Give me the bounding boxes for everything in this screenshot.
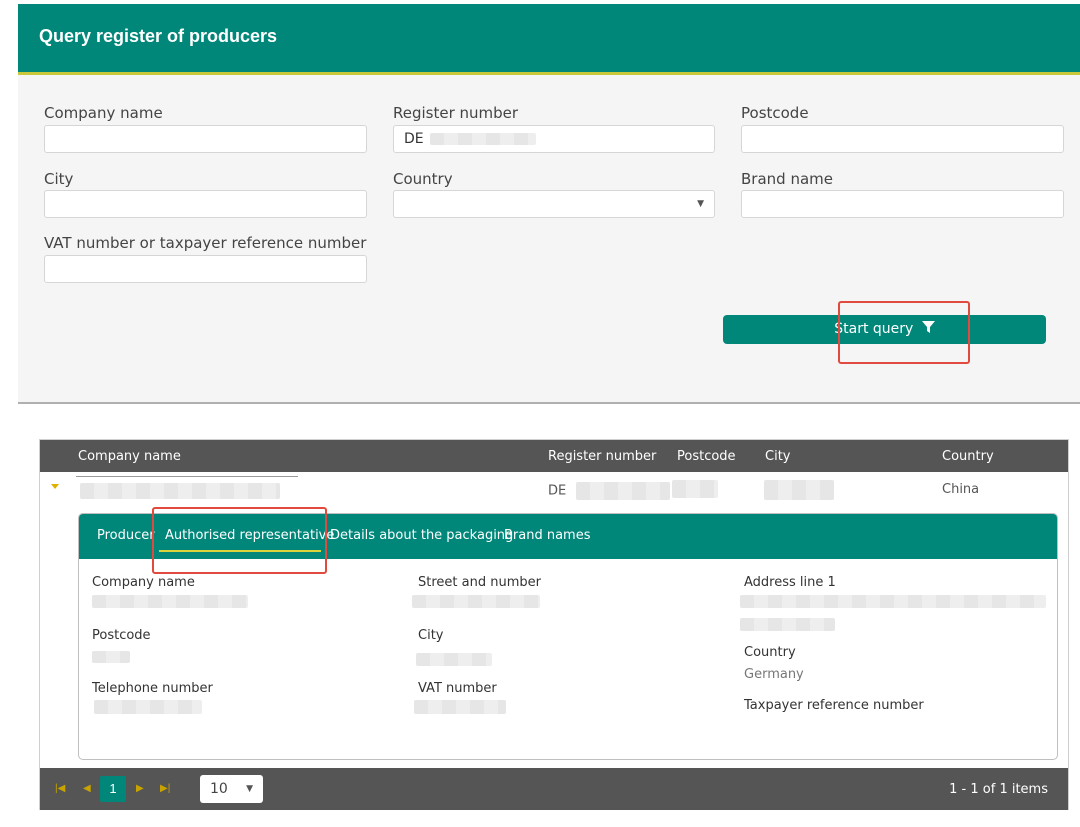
detail-vat-label: VAT number: [418, 681, 497, 696]
redacted-detail-vat: [414, 700, 506, 714]
detail-city-label: City: [418, 628, 444, 643]
vat-number-label: VAT number or taxpayer reference number: [44, 234, 367, 252]
postcode-label: Postcode: [741, 104, 809, 122]
column-header-postcode[interactable]: Postcode: [677, 449, 736, 464]
country-select[interactable]: ▼: [393, 190, 715, 218]
register-number-input[interactable]: DE: [393, 125, 715, 153]
chevron-down-icon: ▼: [697, 199, 704, 209]
row-decoration: [76, 476, 298, 477]
register-number-label: Register number: [393, 104, 519, 122]
redacted-detail-address-1: [740, 595, 1046, 608]
postcode-input[interactable]: [741, 125, 1064, 153]
expand-row-icon[interactable]: [51, 484, 59, 489]
current-page-button[interactable]: 1: [100, 776, 126, 802]
brand-name-input[interactable]: [741, 190, 1064, 218]
redacted-detail-city: [416, 653, 492, 666]
detail-tabs: Producer Authorised representative Detai…: [79, 514, 1057, 559]
column-header-company-name[interactable]: Company name: [78, 449, 181, 464]
column-header-register-number[interactable]: Register number: [548, 449, 656, 464]
company-name-input[interactable]: [44, 125, 367, 153]
tab-authorised-representative[interactable]: Authorised representative: [165, 528, 334, 543]
detail-telephone-label: Telephone number: [92, 681, 213, 696]
redacted-detail-company-name: [92, 595, 248, 608]
tab-brand-names[interactable]: Brand names: [504, 528, 591, 543]
start-query-button[interactable]: Start query: [723, 315, 1046, 344]
vat-number-input[interactable]: [44, 255, 367, 283]
redacted-detail-address-2: [740, 618, 835, 631]
start-query-label: Start query: [834, 321, 914, 337]
register-number-value: DE: [404, 131, 424, 147]
section-divider: [18, 402, 1080, 404]
redacted-company-name: [80, 483, 280, 499]
next-page-icon[interactable]: ▶: [136, 783, 144, 794]
chevron-down-icon: ▼: [246, 784, 253, 794]
city-label: City: [44, 170, 74, 188]
redacted-detail-street: [412, 595, 540, 608]
row-detail-panel: Producer Authorised representative Detai…: [78, 513, 1058, 760]
redacted-city: [764, 480, 834, 500]
first-page-icon[interactable]: |◀: [55, 783, 65, 794]
grid-pager: |◀ ◀ 1 ▶ ▶| 10 ▼ 1 - 1 of 1 items: [40, 768, 1068, 810]
filter-icon: [921, 321, 935, 333]
detail-postcode-label: Postcode: [92, 628, 151, 643]
redacted-value: [430, 133, 537, 145]
detail-street-label: Street and number: [418, 575, 541, 590]
redacted-postcode: [672, 480, 718, 498]
active-tab-indicator: [159, 550, 321, 552]
tab-producer[interactable]: Producer: [97, 528, 155, 543]
city-input[interactable]: [44, 190, 367, 218]
last-page-icon[interactable]: ▶|: [160, 783, 170, 794]
page-header: Query register of producers: [18, 4, 1080, 75]
page-size-select[interactable]: 10 ▼: [200, 775, 263, 803]
tab-packaging-details[interactable]: Details about the packaging: [330, 528, 513, 543]
detail-company-name-label: Company name: [92, 575, 195, 590]
row-country: China: [942, 482, 980, 497]
row-register-number: DE: [548, 482, 671, 500]
page-title: Query register of producers: [39, 26, 278, 46]
pager-info: 1 - 1 of 1 items: [949, 782, 1048, 797]
company-name-label: Company name: [44, 104, 163, 122]
detail-country-value: Germany: [744, 667, 804, 682]
results-grid: Company name Register number Postcode Ci…: [39, 439, 1069, 810]
country-label: Country: [393, 170, 453, 188]
column-header-country[interactable]: Country: [942, 449, 994, 464]
redacted-detail-telephone: [94, 700, 202, 714]
previous-page-icon[interactable]: ◀: [83, 783, 91, 794]
detail-country-label: Country: [744, 645, 796, 660]
column-header-city[interactable]: City: [765, 449, 790, 464]
redacted-detail-postcode: [92, 651, 130, 663]
redacted-register-number: [576, 482, 671, 500]
brand-name-label: Brand name: [741, 170, 833, 188]
detail-address-line1-label: Address line 1: [744, 575, 836, 590]
detail-taxpayer-label: Taxpayer reference number: [744, 698, 924, 713]
grid-header: Company name Register number Postcode Ci…: [40, 440, 1068, 472]
